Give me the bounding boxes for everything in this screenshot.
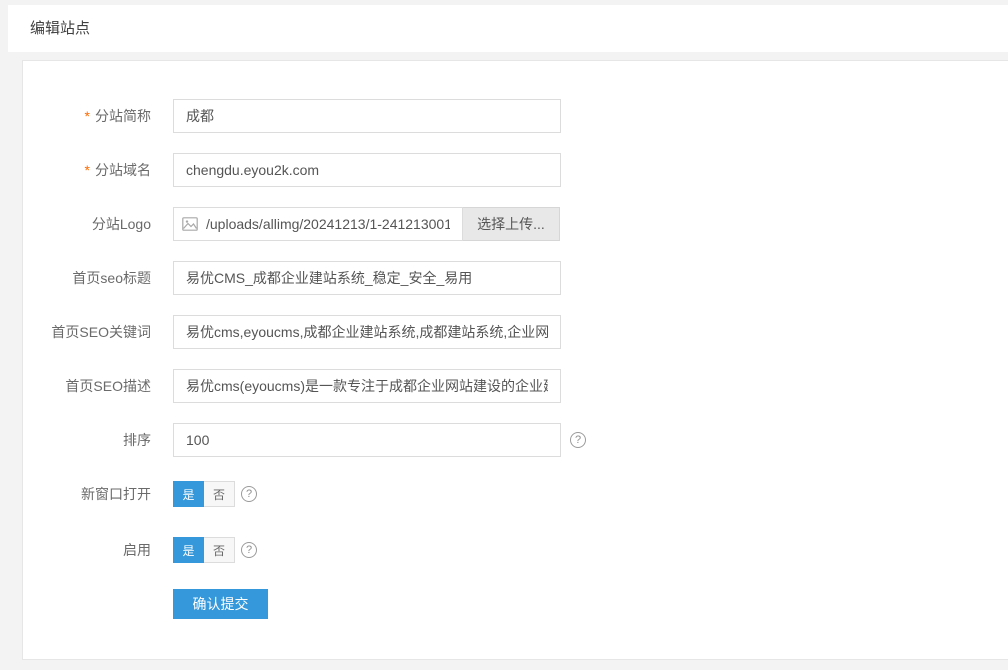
seo-description-input[interactable] xyxy=(173,369,561,403)
seo-keywords-input[interactable] xyxy=(173,315,561,349)
image-icon xyxy=(182,217,198,231)
short-name-input[interactable] xyxy=(173,99,561,133)
form-row-short-name: *分站简称 xyxy=(23,99,1008,133)
logo-upload-group: 选择上传... xyxy=(173,207,561,241)
form-row-logo: 分站Logo 选择上传... xyxy=(23,207,1008,241)
new-window-help-icon[interactable]: ? xyxy=(241,486,257,502)
submit-row: 确认提交 xyxy=(23,589,1008,619)
sort-help-icon[interactable]: ? xyxy=(570,432,586,448)
enabled-help-icon[interactable]: ? xyxy=(241,542,257,558)
page-title: 编辑站点 xyxy=(8,5,1008,52)
seo-keywords-label: 首页SEO关键词 xyxy=(23,315,151,349)
new-window-no-button[interactable]: 否 xyxy=(204,481,235,507)
form-row-sort: 排序 ? xyxy=(23,423,1008,457)
required-marker: * xyxy=(85,108,90,124)
sort-input[interactable] xyxy=(173,423,561,457)
form-row-enabled: 启用 是 否 ? xyxy=(23,533,1008,567)
form-row-domain: *分站域名 xyxy=(23,153,1008,187)
form-row-seo-description: 首页SEO描述 xyxy=(23,369,1008,403)
edit-site-panel: *分站简称 *分站域名 分站Logo xyxy=(22,60,1008,660)
enabled-yes-button[interactable]: 是 xyxy=(173,537,204,563)
edit-site-form: *分站简称 *分站域名 分站Logo xyxy=(23,61,1008,619)
new-window-yes-button[interactable]: 是 xyxy=(173,481,204,507)
seo-title-input[interactable] xyxy=(173,261,561,295)
page-header: 编辑站点 xyxy=(8,5,1008,52)
logo-label: 分站Logo xyxy=(23,207,151,241)
short-name-label: *分站简称 xyxy=(23,99,151,133)
sort-label: 排序 xyxy=(23,423,151,457)
logo-path-input[interactable] xyxy=(173,207,463,241)
required-marker: * xyxy=(85,162,90,178)
form-row-new-window: 新窗口打开 是 否 ? xyxy=(23,477,1008,511)
seo-description-label: 首页SEO描述 xyxy=(23,369,151,403)
domain-input[interactable] xyxy=(173,153,561,187)
enabled-toggle: 是 否 xyxy=(173,537,235,563)
confirm-submit-button[interactable]: 确认提交 xyxy=(173,589,268,619)
edit-site-page: 编辑站点 *分站简称 *分站域名 分站Logo xyxy=(0,0,1008,670)
logo-input-wrap xyxy=(173,207,463,241)
enabled-label: 启用 xyxy=(23,533,151,567)
form-row-seo-keywords: 首页SEO关键词 xyxy=(23,315,1008,349)
enabled-no-button[interactable]: 否 xyxy=(204,537,235,563)
domain-label: *分站域名 xyxy=(23,153,151,187)
new-window-toggle: 是 否 xyxy=(173,481,235,507)
new-window-label: 新窗口打开 xyxy=(23,477,151,511)
form-row-seo-title: 首页seo标题 xyxy=(23,261,1008,295)
choose-upload-button[interactable]: 选择上传... xyxy=(462,207,560,241)
seo-title-label: 首页seo标题 xyxy=(23,261,151,295)
